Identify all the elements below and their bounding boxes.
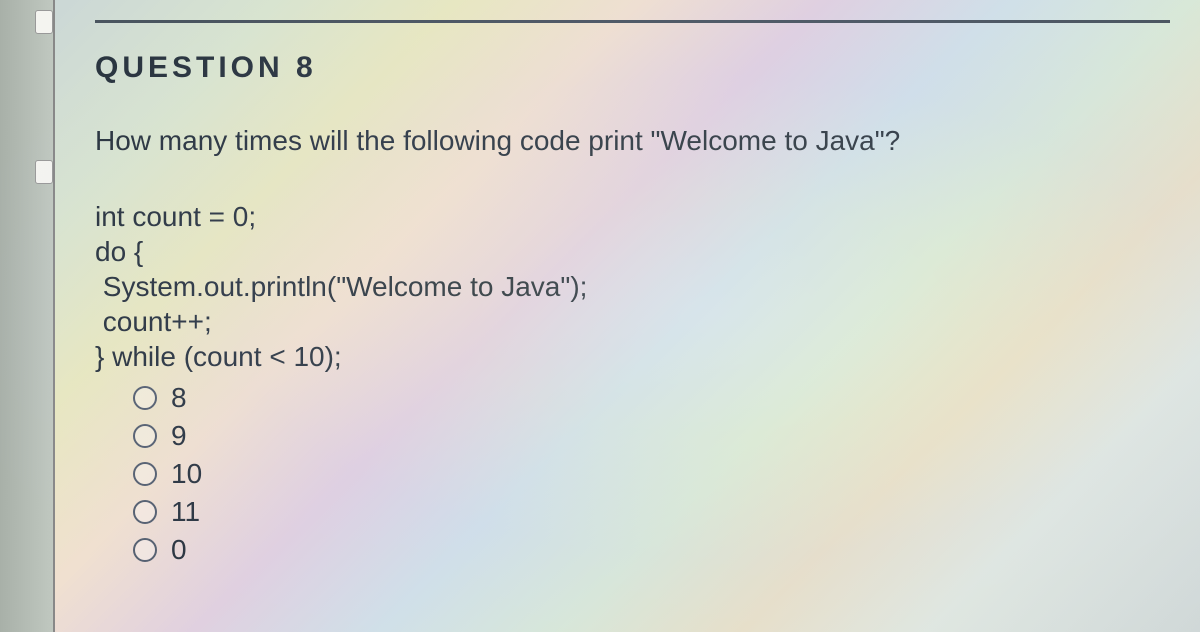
- radio-icon[interactable]: [133, 386, 157, 410]
- question-number-header: QUESTION 8: [95, 51, 1170, 85]
- code-line: } while (count < 10);: [95, 339, 1170, 374]
- code-line: count++;: [95, 304, 1170, 339]
- code-line: System.out.println("Welcome to Java");: [95, 269, 1170, 304]
- option-label: 8: [171, 382, 187, 414]
- code-snippet: int count = 0; do { System.out.println("…: [95, 199, 1170, 374]
- binding-hole: [35, 10, 53, 34]
- option-label: 9: [171, 420, 187, 452]
- question-prompt: How many times will the following code p…: [95, 123, 1170, 159]
- radio-icon[interactable]: [133, 424, 157, 448]
- answer-options: 8 9 10 11 0: [95, 382, 1170, 566]
- option-c[interactable]: 10: [133, 458, 1170, 490]
- radio-icon[interactable]: [133, 538, 157, 562]
- option-e[interactable]: 0: [133, 534, 1170, 566]
- binding-hole: [35, 160, 53, 184]
- radio-icon[interactable]: [133, 500, 157, 524]
- option-label: 11: [171, 496, 200, 528]
- code-line: int count = 0;: [95, 199, 1170, 234]
- option-label: 0: [171, 534, 187, 566]
- page-binding-edge: [0, 0, 55, 632]
- radio-icon[interactable]: [133, 462, 157, 486]
- option-b[interactable]: 9: [133, 420, 1170, 452]
- option-a[interactable]: 8: [133, 382, 1170, 414]
- question-content: QUESTION 8 How many times will the follo…: [95, 0, 1170, 572]
- code-line: do {: [95, 234, 1170, 269]
- horizontal-rule: [95, 20, 1170, 23]
- option-d[interactable]: 11: [133, 496, 1170, 528]
- option-label: 10: [171, 458, 202, 490]
